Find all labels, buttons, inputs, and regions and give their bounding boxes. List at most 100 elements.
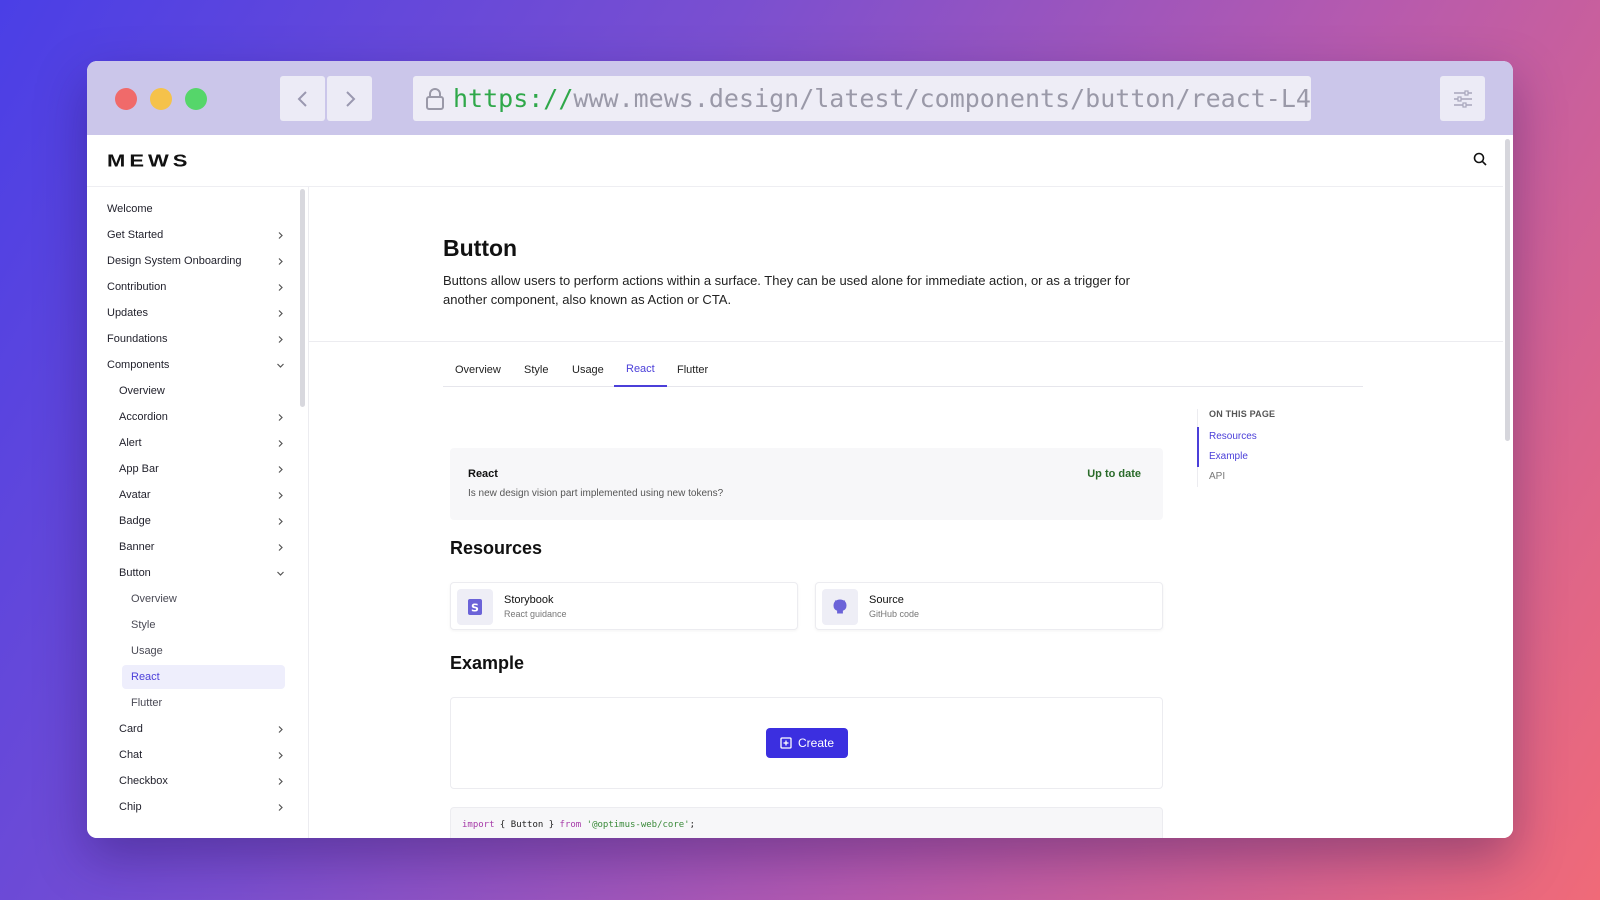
chevron-right-icon [275,412,285,422]
chevron-right-icon [275,516,285,526]
sidebar-item-label: Badge [119,515,151,527]
chevron-right-icon [275,334,285,344]
sidebar-item-alert[interactable]: Alert [119,431,285,455]
sidebar-item-label: Card [119,723,143,735]
storybook-icon: S [457,589,493,625]
sidebar-item-label: Updates [107,307,148,319]
code-keyword: from [559,820,582,830]
sidebar-item-components-overview[interactable]: Overview [119,379,285,403]
chevron-right-icon [275,282,285,292]
close-window-button[interactable] [115,88,137,110]
sidebar-item-label: Chat [119,749,143,761]
sidebar-item-welcome[interactable]: Welcome [107,197,285,221]
page-description: Buttons allow users to perform actions w… [443,273,1130,307]
address-bar[interactable]: https://www.mews.design/latest/component… [413,76,1311,121]
svg-text:S: S [471,602,479,615]
browser-settings-button[interactable] [1440,76,1485,121]
sidebar-item-label: Chip [119,801,142,813]
lock-icon [425,87,445,111]
chevron-right-icon [275,308,285,318]
tab-bar: Overview Style Usage React Flutter [443,352,1363,387]
chevron-down-icon [275,360,285,370]
status-card-title: React [468,468,498,480]
sidebar-item-foundations[interactable]: Foundations [107,327,285,351]
page-scrollbar[interactable] [1503,135,1513,838]
chevron-right-icon [345,90,355,107]
browser-chrome: https://www.mews.design/latest/component… [87,61,1513,135]
sidebar-item-badge[interactable]: Badge [119,509,285,533]
tab-style[interactable]: Style [512,352,560,387]
otp-link-example[interactable]: Example [1197,447,1357,467]
sidebar-item-button-style[interactable]: Style [131,613,285,637]
browser-window: https://www.mews.design/latest/component… [87,61,1513,838]
page-scrollbar-thumb[interactable] [1505,139,1510,441]
resource-card-source[interactable]: Source GitHub code [815,582,1163,630]
sidebar-item-label: Usage [131,645,163,657]
sidebar-item-button-usage[interactable]: Usage [131,639,285,663]
sidebar-item-contribution[interactable]: Contribution [107,275,285,299]
resource-subtitle: React guidance [504,609,567,619]
sidebar-item-button-overview[interactable]: Overview [131,587,285,611]
page-hero: Button Buttons allow users to perform ac… [309,187,1503,342]
chevron-right-icon [275,256,285,266]
create-button[interactable]: Create [766,728,848,758]
code-block[interactable]: import { Button } from '@optimus-web/cor… [450,807,1163,838]
plus-square-icon [780,737,792,749]
site-header: MEWS [87,135,1513,187]
chevron-right-icon [275,750,285,760]
resource-title: Storybook [504,594,554,606]
resource-card-storybook[interactable]: S Storybook React guidance [450,582,798,630]
sidebar-item-avatar[interactable]: Avatar [119,483,285,507]
sidebar-item-updates[interactable]: Updates [107,301,285,325]
status-card: React Is new design vision part implemen… [450,448,1163,520]
sidebar-item-app-bar[interactable]: App Bar [119,457,285,481]
create-button-label: Create [797,736,835,750]
otp-link-resources[interactable]: Resources [1197,427,1357,447]
sidebar-item-label: Banner [119,541,155,553]
chevron-right-icon [275,490,285,500]
sidebar-item-get-started[interactable]: Get Started [107,223,285,247]
code-line: import { Button } from '@optimus-web/cor… [462,820,695,830]
sidebar-item-card[interactable]: Card [119,717,285,741]
tab-flutter[interactable]: Flutter [665,352,720,387]
search-button[interactable] [1473,152,1487,171]
chevron-right-icon [275,802,285,812]
sidebar-item-button[interactable]: Button [119,561,285,585]
tab-usage[interactable]: Usage [560,352,616,387]
sidebar-scrollbar[interactable] [300,189,305,407]
sidebar-item-button-flutter[interactable]: Flutter [131,691,285,715]
forward-button[interactable] [327,76,372,121]
resource-subtitle: GitHub code [869,609,920,619]
tab-overview[interactable]: Overview [443,352,513,387]
sidebar-item-label: Components [107,359,170,371]
sidebar-item-design-system-onboarding[interactable]: Design System Onboarding [107,249,285,273]
sidebar-item-components[interactable]: Components [107,353,285,377]
sidebar-item-checkbox[interactable]: Checkbox [119,769,285,793]
on-this-page-heading: ON THIS PAGE [1209,409,1276,419]
maximize-window-button[interactable] [185,88,207,110]
url-protocol: https:// [453,84,574,113]
tab-react[interactable]: React [614,352,667,387]
chevron-right-icon [275,776,285,786]
mews-logo[interactable]: MEWS [107,150,191,171]
sidebar-item-accordion[interactable]: Accordion [119,405,285,429]
sidebar-item-button-react[interactable]: React [122,665,285,689]
resource-title: Source [869,594,904,606]
chevron-right-icon [275,464,285,474]
sidebar-item-label: Accordion [119,411,168,423]
sidebar-item-chat[interactable]: Chat [119,743,285,767]
sidebar-item-chip[interactable]: Chip [119,795,285,819]
sidebar-item-banner[interactable]: Banner [119,535,285,559]
sidebar-item-label: Checkbox [119,775,168,787]
minimize-window-button[interactable] [150,88,172,110]
sidebar-item-label: React [131,671,160,683]
back-button[interactable] [280,76,325,121]
example-heading: Example [450,653,525,673]
sidebar-item-label: Button [119,567,151,579]
code-text: ; [689,820,696,830]
chevron-right-icon [275,438,285,448]
otp-link-api[interactable]: API [1209,467,1357,487]
code-keyword: import [462,820,495,830]
code-text: { Button } [494,820,560,830]
github-icon [822,589,858,625]
